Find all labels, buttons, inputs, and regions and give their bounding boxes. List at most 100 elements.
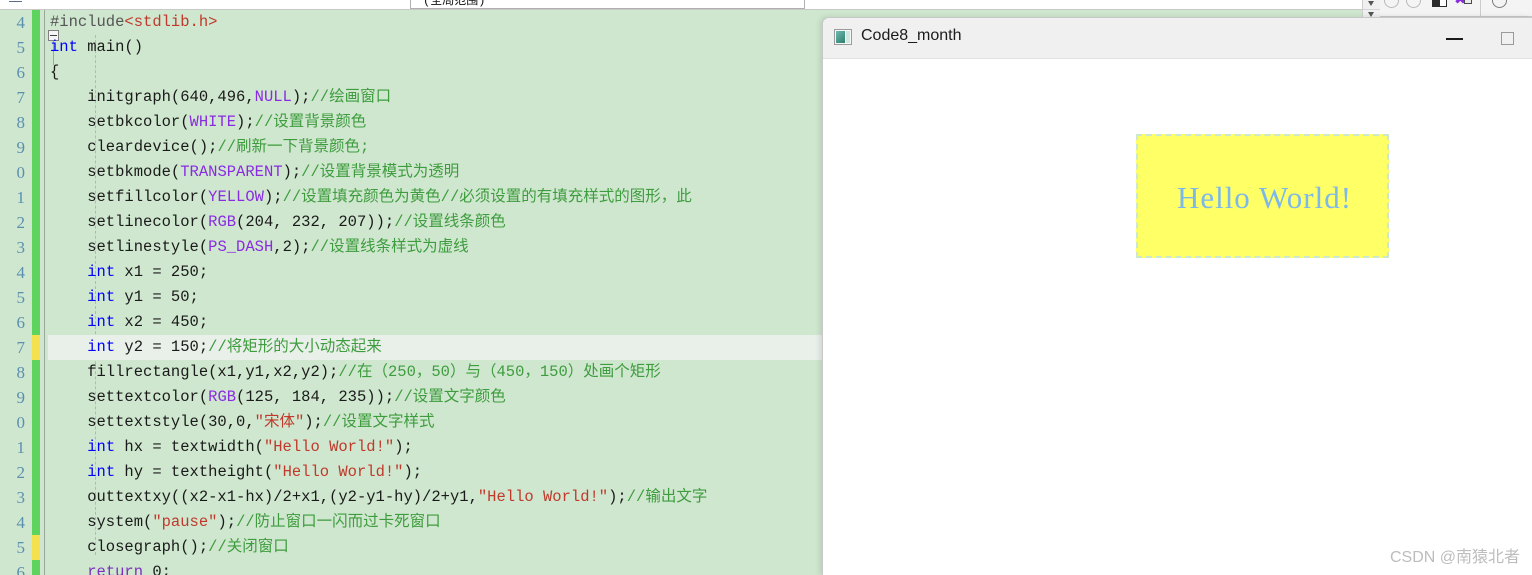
code-token: <stdlib.h> <box>124 13 218 31</box>
code-token: int <box>50 38 78 56</box>
change-marker <box>32 160 40 185</box>
line-number: 8 <box>16 113 26 132</box>
code-token: NULL <box>254 88 292 106</box>
line-number: 1 <box>16 188 26 207</box>
filled-rectangle-shape: Hello World! <box>1136 134 1389 258</box>
change-marker <box>32 335 40 360</box>
scroll-up-arrow-icon[interactable] <box>1363 0 1380 10</box>
save-icon[interactable] <box>1432 0 1447 7</box>
undo-icon[interactable] <box>1492 0 1507 8</box>
code-token: int <box>87 338 116 356</box>
code-token: "宋体" <box>254 413 305 431</box>
line-number: 0 <box>16 413 26 432</box>
code-token: { <box>50 63 60 81</box>
window-title-bar[interactable]: Code8_month <box>823 18 1532 59</box>
scope-combobox-remnant[interactable]: (全局范围) <box>410 0 805 9</box>
change-marker <box>32 185 40 210</box>
code-token: //绘画窗口 <box>310 88 392 106</box>
change-marker <box>32 85 40 110</box>
line-number: 4 <box>16 513 26 532</box>
change-marker <box>32 435 40 460</box>
code-token: #include <box>50 13 125 31</box>
code-token: int <box>87 288 116 306</box>
code-token: ); <box>291 88 311 106</box>
code-token: cleardevice(); <box>50 138 218 156</box>
hello-world-text: Hello World! <box>1176 180 1353 215</box>
code-token: //在（250，50）与（450，150）处画个矩形 <box>338 363 661 381</box>
code-token: WHITE <box>189 113 237 131</box>
maximize-icon <box>1501 32 1514 45</box>
code-token: ); <box>403 463 423 481</box>
change-marker <box>32 110 40 135</box>
change-marker <box>32 210 40 235</box>
line-number: 4 <box>16 13 26 32</box>
line-number-gutter: 4 5 6 7 8 9 0 1 2 3 4 5 6 7 8 9 0 1 2 3 4 5 6 <box>0 10 30 575</box>
toolbar-divider <box>1480 0 1481 16</box>
code-token: YELLOW <box>208 188 264 206</box>
code-token: //设置背景颜色 <box>254 113 367 131</box>
forward-icon[interactable] <box>1406 0 1421 8</box>
change-marker <box>32 485 40 510</box>
change-marker <box>32 560 40 575</box>
code-token: int <box>87 438 116 456</box>
code-token: ); <box>304 413 323 431</box>
code-token: fillrectangle(x1,y1,x2,y2); <box>50 363 339 381</box>
code-token: "Hello World!" <box>477 488 609 506</box>
code-token: closegraph(); <box>50 538 209 556</box>
window-title: Code8_month <box>861 27 962 44</box>
line-number: 3 <box>16 238 26 257</box>
code-token: outtextxy((x2-x1-hx)/2+x1,(y2-y1-hy)/2+y… <box>50 488 478 506</box>
save-all-icon[interactable]: ✖ <box>1454 0 1472 7</box>
code-token: setbkmode( <box>50 163 181 181</box>
maximize-button[interactable] <box>1487 18 1532 58</box>
code-token: ); <box>394 438 413 456</box>
line-number: 7 <box>16 88 26 107</box>
graphics-canvas: Hello World! <box>823 59 1532 575</box>
line-number: 6 <box>16 63 26 82</box>
graphics-output-window[interactable]: Code8_month Hello World! <box>822 17 1532 575</box>
toolbar-remnant: — <box>2 0 30 9</box>
code-token: 0; <box>143 563 171 575</box>
code-token: //设置文字颜色 <box>394 388 506 406</box>
change-marker <box>32 135 40 160</box>
back-icon[interactable] <box>1384 0 1399 8</box>
line-number: 9 <box>16 138 26 157</box>
change-marker <box>32 10 40 35</box>
line-number: 2 <box>16 213 26 232</box>
change-marker <box>32 410 40 435</box>
change-marker <box>32 535 40 560</box>
csdn-watermark: CSDN @南猿北者 <box>1389 549 1520 566</box>
code-token: //设置线条样式为虚线 <box>310 238 469 256</box>
code-token: (204, 232, 207)); <box>236 213 395 231</box>
line-number: 0 <box>16 163 26 182</box>
change-marker <box>32 285 40 310</box>
line-number: 8 <box>16 363 26 382</box>
scope-combobox-value: (全局范围) <box>423 0 486 8</box>
code-token: y1 = 50; <box>115 288 199 306</box>
line-number: 3 <box>16 488 26 507</box>
code-token: setbkcolor( <box>50 113 190 131</box>
code-token: x2 = 450; <box>115 313 209 331</box>
code-token: setlinecolor( <box>50 213 209 231</box>
code-token: ); <box>282 163 302 181</box>
change-marker <box>32 260 40 285</box>
editor-top-strip: — (全局范围) <box>0 0 1380 10</box>
top-toolbar-sliver[interactable]: ✖ <box>1380 0 1532 17</box>
code-token: PS_DASH <box>208 238 274 256</box>
code-token: system( <box>50 513 153 531</box>
minimize-button[interactable] <box>1432 18 1478 58</box>
code-token: //关闭窗口 <box>208 538 289 556</box>
code-token: //设置线条颜色 <box>394 213 506 231</box>
code-token: int <box>87 313 116 331</box>
change-marker <box>32 60 40 85</box>
code-token: //设置背景模式为透明 <box>301 163 460 181</box>
code-token: //设置文字样式 <box>322 413 435 431</box>
change-marker <box>32 35 40 60</box>
line-number: 6 <box>16 563 26 575</box>
code-token: hx = textwidth( <box>115 438 264 456</box>
code-token: ,2); <box>273 238 311 256</box>
line-number: 6 <box>16 313 26 332</box>
code-token: ); <box>608 488 627 506</box>
